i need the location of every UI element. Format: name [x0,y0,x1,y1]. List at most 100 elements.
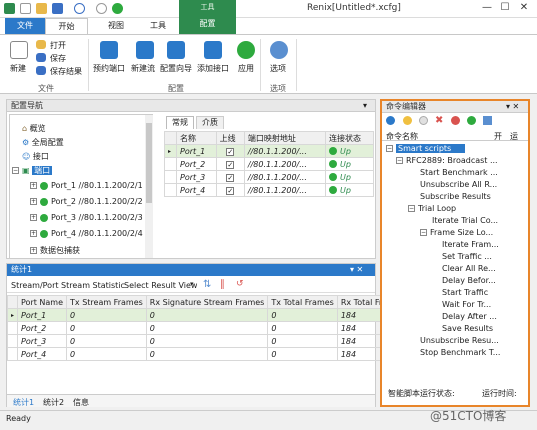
new-file-icon[interactable] [20,3,31,14]
tree-item[interactable]: − Trial Loop [408,204,456,213]
dropdown-arrow-icon[interactable]: ▾ [190,280,194,288]
tree-item[interactable]: Unsubscribe All R... [420,180,497,189]
ok-icon[interactable] [467,116,476,125]
tab-file[interactable]: 文件 [5,18,45,34]
tab-stats1[interactable]: 统计1 [13,397,34,408]
pin-icon[interactable]: ▾ [363,101,367,110]
col-name[interactable]: 名称 [176,131,217,145]
nav-item-overview[interactable]: ⌂ 概览 [22,123,46,134]
table-row[interactable]: Port_4 0 0 0 184 0 [6,347,425,361]
config-wizard-button[interactable]: 配置向导 [160,63,192,74]
col-run[interactable]: 开 [494,131,502,142]
tree-item[interactable]: Start Benchmark ... [420,168,498,177]
collapse-icon[interactable]: − [386,145,393,152]
save-button[interactable]: 保存 [50,53,66,64]
new-button[interactable]: 新建 [10,63,26,74]
reserve-port-button[interactable]: 预约端口 [93,63,125,74]
table-row[interactable]: Port_3 ✓ //80.1.1.200/... Up [164,170,374,184]
maximize-button[interactable]: ☐ [498,1,512,15]
tree-item[interactable]: Unsubscribe Resu... [420,336,499,345]
tree-item[interactable]: Subscribe Results [420,192,491,201]
nav-scrollbar[interactable] [145,115,153,258]
nav-item-interface[interactable]: ☺ 接口 [22,151,49,162]
step-icon[interactable] [419,116,428,125]
select-view-dropdown[interactable]: Select Result View [124,281,197,290]
nav-item-port[interactable]: + Port_1 //80.1.1.200/2/1 [30,181,143,190]
col-status[interactable]: 连接状态 [325,131,374,145]
pause-icon[interactable]: ∥ [220,279,225,290]
expand-icon[interactable]: + [30,214,37,221]
tree-item[interactable]: − Frame Size Lo... [420,228,493,237]
table-row[interactable]: Port_2 ✓ //80.1.1.200/... Up [164,157,374,171]
col-tx-stream[interactable]: Tx Stream Frames [66,295,147,309]
tree-item[interactable]: Clear All Re... [442,264,496,273]
open-folder-icon[interactable] [36,3,47,14]
col-address[interactable]: 端口映射地址 [243,131,327,145]
nav-item-capture[interactable]: + 数据包捕获 [30,245,80,255]
tab-view[interactable]: 视图 [96,18,136,34]
tree-item[interactable]: Delay Befor... [442,276,496,285]
save-icon[interactable] [52,3,63,14]
tree-item[interactable]: Delay After ... [442,312,497,321]
tab-stats2[interactable]: 统计2 [43,397,64,408]
tree-item[interactable]: Save Results [442,324,493,333]
tab-tools[interactable]: 工具 [138,18,178,34]
tree-item[interactable]: Iterate Fram... [442,240,499,249]
collapse-icon[interactable]: − [396,157,403,164]
tree-item[interactable]: Set Traffic ... [442,252,492,261]
nav-item-port[interactable]: + Port_4 //80.1.1.200/2/4 [30,229,143,238]
apply-quick-icon[interactable] [112,3,123,14]
tree-item[interactable]: Start Traffic [442,288,488,297]
expand-icon[interactable]: + [30,182,37,189]
expand-icon[interactable]: + [30,198,37,205]
expand-icon[interactable]: + [30,247,37,254]
stop-icon[interactable] [451,116,460,125]
col-tx-total[interactable]: Tx Total Frames [267,295,338,309]
new-stream-button[interactable]: 新建流 [131,63,155,74]
redo-icon[interactable] [96,3,107,14]
nav-item-global-config[interactable]: ⚙ 全局配置 [22,137,64,148]
online-checkbox[interactable]: ✓ [226,147,235,156]
nav-item-port[interactable]: + Port_3 //80.1.1.200/2/3 [30,213,143,222]
table-row[interactable]: Port_2 0 0 0 184 0 [6,321,425,335]
save-result-button[interactable]: 保存结果 [50,66,82,77]
table-row[interactable]: Port_3 0 0 0 184 0 [6,334,425,348]
refresh-icon[interactable]: ⇅ [203,279,211,290]
online-checkbox[interactable]: ✓ [226,186,235,195]
tab-info[interactable]: 信息 [73,397,89,408]
stats-type-dropdown[interactable]: Stream/Port Stream Statistic [11,281,125,290]
minimize-button[interactable]: — [480,1,494,15]
options-button[interactable]: 选项 [270,63,286,74]
apply-button[interactable]: 应用 [238,63,254,74]
nav-scroll-thumb[interactable] [146,123,152,203]
table-row[interactable]: Port_4 ✓ //80.1.1.200/... Up [164,183,374,197]
tab-start[interactable]: 开始 [45,18,88,34]
open-button[interactable]: 打开 [50,40,66,51]
nav-item-port[interactable]: + Port_2 //80.1.1.200/2/2 [30,197,143,206]
tree-item-smart-scripts[interactable]: − Smart scripts [386,144,466,153]
pin-icon[interactable]: ▾ ✕ [506,102,519,111]
online-checkbox[interactable]: ✓ [226,173,235,182]
table-row[interactable]: ▸ Port_1 ✓ //80.1.1.200/... Up [164,144,374,158]
delete-icon[interactable]: ✖ [435,115,443,126]
nav-item-ports[interactable]: − ▣ 端口 [12,165,53,176]
add-port-button[interactable]: 添加接口 [197,63,229,74]
col-port-name[interactable]: Port Name [17,295,68,309]
run-icon[interactable] [386,116,395,125]
tab-config[interactable]: 工具 配置 [179,0,236,34]
col-op[interactable]: 运 [510,131,518,142]
tab-medium[interactable]: 介质 [196,116,224,129]
expand-icon[interactable]: + [30,230,37,237]
clear-icon[interactable]: ↺ [236,279,244,289]
pause-icon[interactable] [403,116,412,125]
tree-item[interactable]: Wait For Tr... [442,300,491,309]
tree-item[interactable]: − RFC2889: Broadcast ... [396,156,498,165]
undo-icon[interactable] [74,3,85,14]
tree-item[interactable]: Iterate Trial Co... [432,216,498,225]
close-button[interactable]: ✕ [517,1,531,15]
collapse-icon[interactable]: − [12,167,19,174]
online-checkbox[interactable]: ✓ [226,160,235,169]
col-rx-sig[interactable]: Rx Signature Stream Frames [145,295,269,309]
chart-icon[interactable] [483,116,492,125]
col-online[interactable]: 上线 [215,131,245,145]
